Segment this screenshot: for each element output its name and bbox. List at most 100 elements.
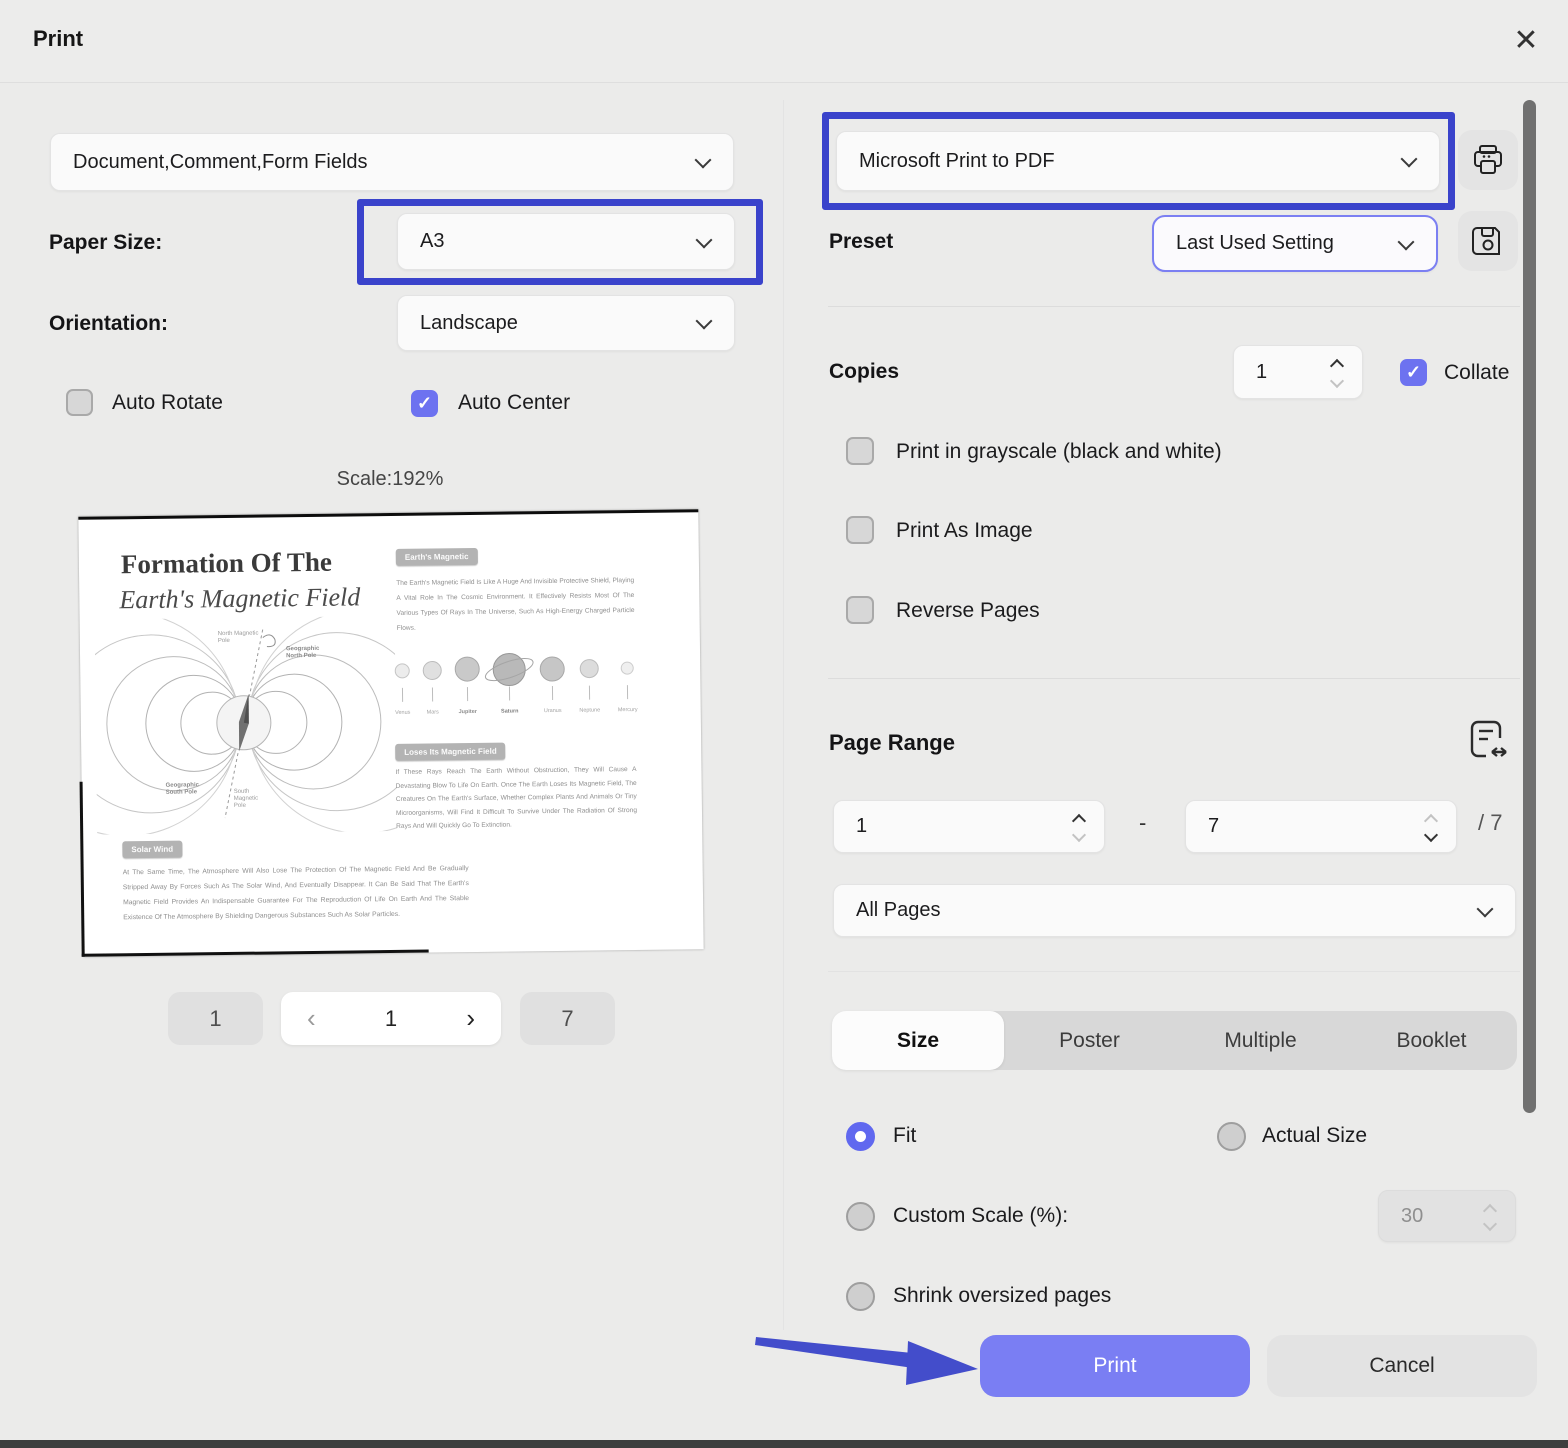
collate-checkbox[interactable]: ✓	[1400, 359, 1427, 386]
page-subset-value: All Pages	[856, 899, 941, 922]
planet-label: Uranus	[544, 708, 562, 714]
orientation-value: Landscape	[420, 312, 518, 335]
copies-label: Copies	[829, 360, 899, 384]
shrink-oversized-radio[interactable]	[846, 1282, 875, 1311]
printer-properties-button[interactable]	[1458, 130, 1518, 190]
tab-multiple[interactable]: Multiple	[1175, 1011, 1346, 1070]
section-divider	[828, 678, 1520, 679]
custom-scale-radio[interactable]	[846, 1202, 875, 1231]
next-page-icon[interactable]: ›	[466, 1003, 475, 1034]
paper-size-value: A3	[420, 230, 444, 253]
grayscale-checkbox[interactable]	[846, 437, 874, 465]
close-icon[interactable]: ✕	[1504, 18, 1548, 62]
chevron-down-icon	[696, 231, 713, 248]
print-button[interactable]: Print	[980, 1335, 1250, 1397]
tab-poster[interactable]: Poster	[1004, 1011, 1175, 1070]
cancel-button-label: Cancel	[1369, 1354, 1434, 1378]
preset-value: Last Used Setting	[1176, 232, 1334, 255]
collate-label: Collate	[1444, 361, 1509, 385]
layout-tabs: Size Poster Multiple Booklet	[832, 1011, 1517, 1070]
save-icon	[1471, 224, 1505, 258]
cancel-button[interactable]: Cancel	[1267, 1335, 1537, 1397]
auto-rotate-checkbox[interactable]	[66, 389, 93, 416]
shrink-oversized-label: Shrink oversized pages	[893, 1284, 1111, 1308]
preview-section2-text: If These Rays Reach The Earth Without Ob…	[395, 763, 637, 833]
preview-label-geo-north: Geographic North Pole	[286, 646, 332, 661]
print-content-select[interactable]: Document,Comment,Form Fields	[50, 133, 734, 191]
last-page-number: 7	[561, 1006, 573, 1032]
preview-label-north-magnetic: North Magnetic Pole	[218, 631, 266, 646]
custom-scale-value: 30	[1401, 1205, 1423, 1228]
preview-label-geo-south: Geographic South Pole	[166, 782, 212, 797]
scrollbar-thumb[interactable]	[1523, 100, 1536, 1113]
page-range-separator: -	[1139, 810, 1146, 836]
preview-section2-badge: Loses Its Magnetic Field	[395, 743, 506, 761]
auto-center-label: Auto Center	[458, 391, 570, 415]
planet-label: Mars	[427, 709, 440, 715]
planet-label: Mercury	[618, 707, 638, 713]
fit-radio[interactable]	[846, 1122, 875, 1151]
stepper-up-icon[interactable]	[1330, 359, 1344, 373]
chevron-down-icon	[1398, 233, 1415, 250]
custom-scale-stepper[interactable]: 30	[1378, 1190, 1516, 1242]
orientation-label: Orientation:	[49, 312, 168, 336]
dialog-titlebar: Print ✕	[0, 0, 1568, 83]
preview-doc-title-line2: Earth's Magnetic Field	[119, 582, 360, 615]
planet-label: Venus	[395, 710, 411, 716]
page-range-from-stepper[interactable]: 1	[833, 800, 1105, 853]
auto-center-checkbox[interactable]: ✓	[411, 390, 438, 417]
printer-icon	[1471, 143, 1505, 177]
actual-size-radio[interactable]	[1217, 1122, 1246, 1151]
custom-range-button[interactable]	[1466, 716, 1510, 771]
section-divider	[828, 306, 1520, 307]
page-subset-select[interactable]: All Pages	[833, 884, 1516, 937]
tab-size-label[interactable]: Size	[832, 1011, 1004, 1070]
chevron-down-icon	[695, 152, 712, 169]
scan-edge-artifact	[80, 782, 85, 957]
preview-doc-title-line1: Formation Of The	[121, 547, 332, 581]
grayscale-label: Print in grayscale (black and white)	[896, 440, 1222, 464]
planet-label: Neptune	[579, 707, 600, 713]
print-as-image-checkbox[interactable]	[846, 516, 874, 544]
actual-size-label: Actual Size	[1262, 1124, 1367, 1148]
reverse-pages-label: Reverse Pages	[896, 599, 1040, 623]
print-content-value: Document,Comment,Form Fields	[73, 151, 368, 174]
preset-select[interactable]: Last Used Setting	[1152, 215, 1438, 272]
page-range-to-stepper[interactable]: 7	[1185, 800, 1457, 853]
first-page-button[interactable]: 1	[168, 992, 263, 1045]
fit-label: Fit	[893, 1124, 916, 1148]
planet-label: Jupiter	[459, 709, 478, 715]
auto-rotate-label: Auto Rotate	[112, 391, 223, 415]
print-button-label: Print	[1093, 1354, 1136, 1378]
tab-booklet[interactable]: Booklet	[1346, 1011, 1517, 1070]
stepper-down-icon[interactable]	[1424, 828, 1438, 842]
planet-label: Saturn	[501, 708, 519, 714]
last-page-button[interactable]: 7	[520, 992, 615, 1045]
stepper-up-icon[interactable]	[1424, 814, 1438, 828]
section-divider	[828, 971, 1520, 972]
orientation-select[interactable]: Landscape	[397, 295, 735, 351]
preview-section3-text: At The Same Time, The Atmosphere Will Al…	[123, 861, 470, 925]
stepper-up-icon[interactable]	[1072, 814, 1086, 828]
dialog-title: Print	[33, 26, 83, 52]
printer-select[interactable]: Microsoft Print to PDF	[836, 131, 1440, 191]
preview-section3-badge: Solar Wind	[122, 841, 182, 859]
prev-page-icon[interactable]: ‹	[307, 1003, 316, 1034]
print-preview-page: Formation Of The Earth's Magnetic Field …	[78, 509, 703, 957]
paper-size-label: Paper Size:	[49, 231, 162, 255]
paper-size-select[interactable]: A3	[397, 213, 735, 270]
first-page-number: 1	[209, 1006, 221, 1032]
copies-value: 1	[1256, 361, 1267, 384]
save-preset-button[interactable]	[1458, 211, 1518, 271]
reverse-pages-checkbox[interactable]	[846, 596, 874, 624]
page-range-label: Page Range	[829, 730, 955, 756]
page-range-from-value: 1	[856, 815, 867, 838]
print-as-image-label: Print As Image	[896, 519, 1033, 543]
preset-label: Preset	[829, 230, 893, 254]
copies-stepper[interactable]: 1	[1233, 345, 1363, 399]
chevron-down-icon	[696, 313, 713, 330]
page-range-to-value: 7	[1208, 815, 1219, 838]
stepper-down-icon[interactable]	[1072, 828, 1086, 842]
stepper-down-icon[interactable]	[1330, 374, 1344, 388]
scan-edge-artifact	[82, 950, 429, 957]
